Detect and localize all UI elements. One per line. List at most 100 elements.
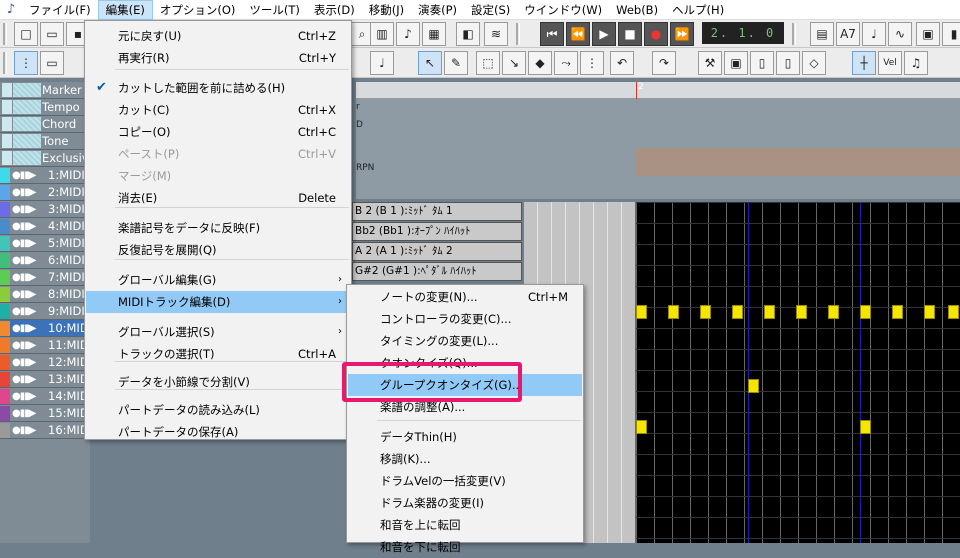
drum-note[interactable] <box>700 305 711 319</box>
edit-menu-item[interactable]: 元に戻す(U) Ctrl+Z <box>86 25 350 47</box>
stop-icon[interactable]: ■ <box>618 22 642 46</box>
note-grid-icon[interactable]: ♫ <box>904 51 928 75</box>
select-arrow-icon[interactable]: ↖ <box>418 51 442 75</box>
track-row-midi[interactable]: ●▮▮▶ 14:MID <box>0 388 90 405</box>
drum-note[interactable] <box>764 305 775 319</box>
drum-note[interactable] <box>668 305 679 319</box>
drum-note-label[interactable]: G#2 (G#1 ):ﾍﾟﾀﾞﾙ ﾊｲﾊｯﾄ <box>352 262 522 281</box>
drum-note-label[interactable]: A 2 (A 1 ):ﾐｯﾄﾞ ﾀﾑ 2 <box>352 242 522 261</box>
panel-icon[interactable]: ▮ <box>942 22 960 46</box>
midi-submenu-item[interactable]: ドラムVelの一括変更(V) <box>348 470 582 492</box>
menu-web[interactable]: Web(B) <box>609 0 665 20</box>
device-icon[interactable]: ▣ <box>916 22 940 46</box>
drum-note[interactable] <box>948 305 959 319</box>
wave-icon[interactable]: ∿ <box>888 22 912 46</box>
track-controls-icon[interactable]: ●▮▮▶ <box>12 170 36 181</box>
edit-menu-item[interactable]: 反復記号を展開(Q) <box>86 239 350 261</box>
menu-view[interactable]: 表示(D) <box>307 0 362 20</box>
midi-submenu-item[interactable]: ドラム楽器の変更(I) <box>348 492 582 514</box>
edit-menu-item[interactable]: コピー(O) Ctrl+C <box>86 121 350 143</box>
score-icon[interactable]: ≋ <box>484 22 508 46</box>
track-row-midi[interactable]: ●▮▮▶ 3:MIDI <box>0 201 90 218</box>
drum-note[interactable] <box>732 305 743 319</box>
edit-menu-item[interactable]: 楽譜記号をデータに反映(F) <box>86 217 350 239</box>
track-row-special[interactable]: Marker <box>0 82 90 99</box>
track-controls-icon[interactable]: ●▮▮▶ <box>12 187 36 198</box>
midi-out-icon[interactable]: ▤ <box>810 22 834 46</box>
edit-menu-item[interactable]: MIDIトラック編集(D) › <box>86 291 350 313</box>
midi-submenu-item[interactable]: 和音を上に転回 <box>348 514 582 536</box>
toolbar-grip[interactable] <box>516 23 520 45</box>
track-row-special[interactable]: Tempo <box>0 99 90 116</box>
menu-file[interactable]: ファイル(F) <box>22 0 98 20</box>
record-panel-icon[interactable]: ◧ <box>456 22 480 46</box>
edit-menu-item[interactable]: 再実行(R) Ctrl+Y <box>86 47 350 69</box>
midi-submenu-item[interactable]: ノートの変更(N)... Ctrl+M <box>348 286 582 308</box>
bars-icon[interactable]: ⋮ <box>580 51 604 75</box>
menu-help[interactable]: ヘルプ(H) <box>665 0 731 20</box>
track-row-midi[interactable]: ●▮▮▶ 4:MIDI <box>0 218 90 235</box>
chord-icon[interactable]: A7 <box>836 22 860 46</box>
track-row-midi[interactable]: ●▮▮▶ 12:MID <box>0 354 90 371</box>
erase-select-icon[interactable]: ◆ <box>528 51 552 75</box>
eraser-icon[interactable]: ◇ <box>802 51 826 75</box>
midi-submenu-item[interactable]: データThin(H) <box>348 426 582 448</box>
track-controls-icon[interactable]: ●▮▮▶ <box>12 238 36 249</box>
menu-play[interactable]: 演奏(P) <box>411 0 464 20</box>
menu-window[interactable]: ウインドウ(W) <box>517 0 609 20</box>
toolbar-grip[interactable] <box>3 23 7 45</box>
track-row-midi[interactable]: ●▮▮▶ 6:MIDI <box>0 252 90 269</box>
grid-view-icon[interactable]: ⋮ <box>14 51 38 75</box>
track-row-midi[interactable]: ●▮▮▶ 7:MIDI <box>0 269 90 286</box>
track-controls-icon[interactable]: ●▮▮▶ <box>12 306 36 317</box>
menu-settings[interactable]: 設定(S) <box>464 0 517 20</box>
edit-menu-item[interactable]: カット(C) Ctrl+X <box>86 99 350 121</box>
midi-submenu-item[interactable]: コントローラの変更(C)... <box>348 308 582 330</box>
drum-note[interactable] <box>636 305 647 319</box>
play-icon[interactable]: ▶ <box>592 22 616 46</box>
track-controls-icon[interactable]: ●▮▮▶ <box>12 425 36 436</box>
edit-menu-item[interactable]: ✔ カットした範囲を前に詰める(H) <box>86 77 350 99</box>
track-controls-icon[interactable]: ●▮▮▶ <box>12 289 36 300</box>
new-file-icon[interactable]: □ <box>14 22 38 46</box>
track-controls-icon[interactable]: ●▮▮▶ <box>12 340 36 351</box>
track-row-midi[interactable]: ●▮▮▶ 10:MID <box>0 320 90 337</box>
track-controls-icon[interactable]: ●▮▮▶ <box>12 374 36 385</box>
metronome-icon[interactable]: ♩ <box>862 22 886 46</box>
edit-menu-item[interactable]: データを小節線で分割(V) <box>86 371 350 393</box>
page-plus-icon[interactable]: ▯ <box>776 51 800 75</box>
track-controls-icon[interactable]: ●▮▮▶ <box>12 391 36 402</box>
track-row-midi[interactable]: ●▮▮▶ 15:MID <box>0 405 90 422</box>
midi-submenu-item[interactable]: 和音を下に転回 <box>348 536 582 558</box>
midi-submenu-item[interactable]: 移調(K)... <box>348 448 582 470</box>
track-row-midi[interactable]: ●▮▮▶ 8:MIDI <box>0 286 90 303</box>
edit-menu-item[interactable]: マージ(M) <box>86 165 350 187</box>
note-select-icon[interactable]: ↘ <box>502 51 526 75</box>
redo-icon[interactable]: ↷ <box>652 51 676 75</box>
toolbar-grip[interactable] <box>792 23 796 45</box>
page-icon[interactable]: ▯ <box>750 51 774 75</box>
track-controls-icon[interactable]: ●▮▮▶ <box>12 255 36 266</box>
menu-edit[interactable]: 編集(E) <box>97 0 153 20</box>
move-select-icon[interactable]: ⤳ <box>554 51 578 75</box>
track-controls-icon[interactable]: ●▮▮▶ <box>12 323 36 334</box>
piano-roll-icon[interactable]: ▭ <box>40 51 64 75</box>
tools-icon[interactable]: ⚒ <box>698 51 722 75</box>
undo-icon[interactable]: ↶ <box>610 51 634 75</box>
track-controls-icon[interactable]: ●▮▮▶ <box>12 357 36 368</box>
drum-grid[interactable] <box>636 202 960 543</box>
track-row-midi[interactable]: ●▮▮▶ 1:MIDI <box>0 167 90 184</box>
track-row-midi[interactable]: ●▮▮▶ 2:MIDI <box>0 184 90 201</box>
edit-menu-item[interactable]: トラックの選択(T) Ctrl+A <box>86 343 350 365</box>
track-row-midi[interactable]: ●▮▮▶ 5:MIDI <box>0 235 90 252</box>
drum-note[interactable] <box>924 305 935 319</box>
app-icon[interactable]: ♪ <box>0 2 22 17</box>
edit-menu-item[interactable]: パートデータの読み込み(L) <box>86 399 350 421</box>
track-row-special[interactable]: Tone <box>0 133 90 150</box>
edit-menu-item[interactable]: ペースト(P) Ctrl+V <box>86 143 350 165</box>
track-row-midi[interactable]: ●▮▮▶ 13:MID <box>0 371 90 388</box>
menu-tools[interactable]: ツール(T) <box>242 0 307 20</box>
drum-note[interactable] <box>860 420 871 434</box>
track-controls-icon[interactable]: ●▮▮▶ <box>12 272 36 283</box>
quarter-note-icon[interactable]: ♩ <box>370 51 394 75</box>
